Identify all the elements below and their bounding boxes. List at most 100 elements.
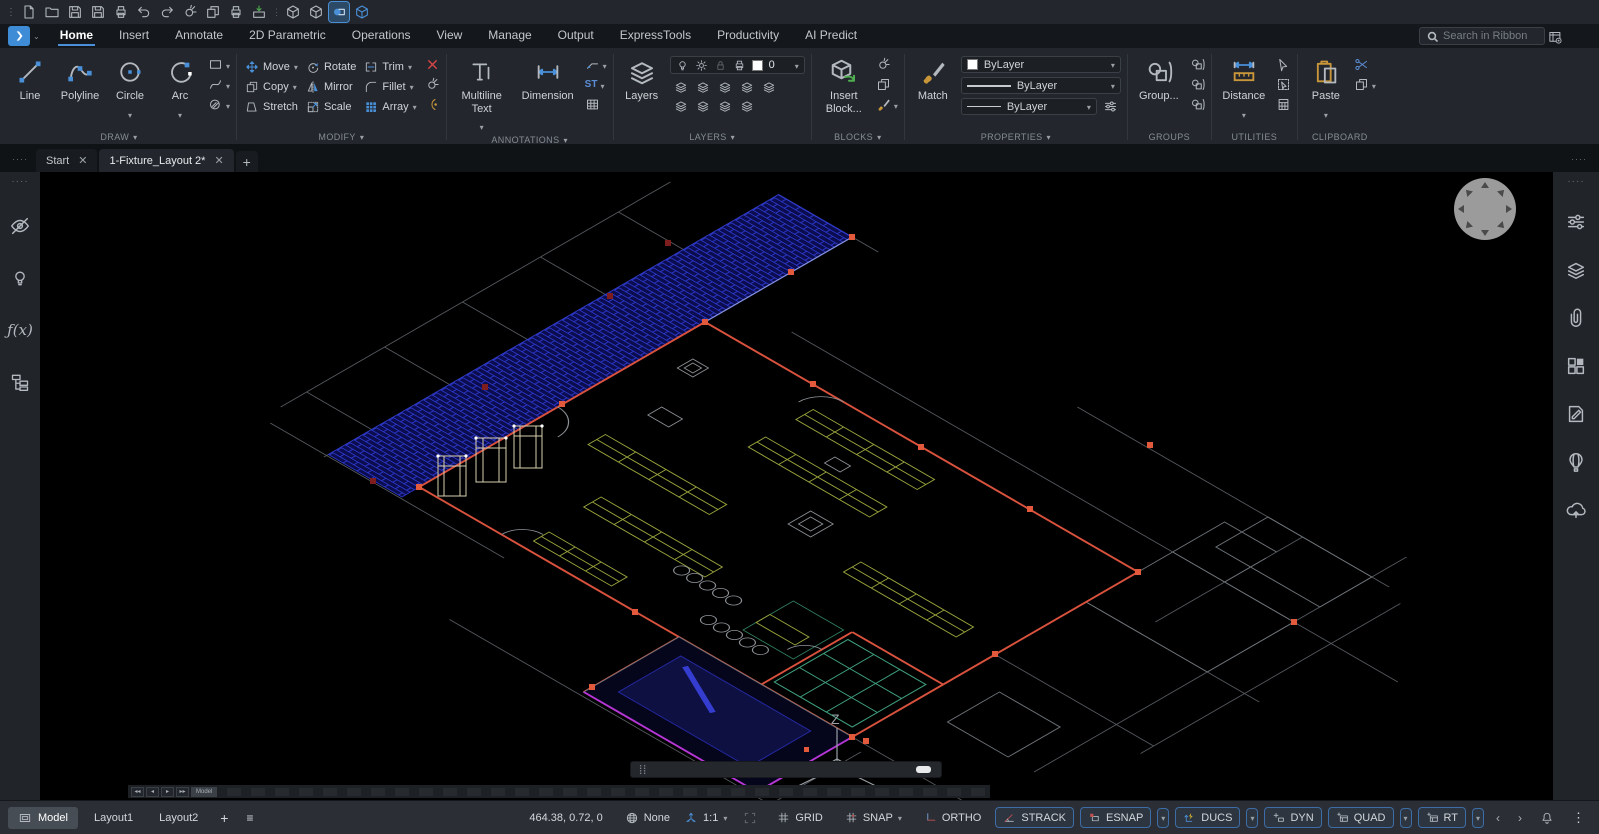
stretch-button[interactable]: Stretch <box>243 97 300 117</box>
tab-home[interactable]: Home <box>48 25 105 47</box>
quick-select-button[interactable] <box>1276 76 1291 93</box>
statusbar-next-icon[interactable]: › <box>1512 809 1528 827</box>
structure-tree-icon[interactable] <box>7 369 33 395</box>
copy-sheets-icon[interactable] <box>203 2 223 22</box>
window-copy-icon[interactable] <box>180 2 200 22</box>
ribbon-search[interactable] <box>1419 27 1545 45</box>
chevron-down-icon[interactable] <box>294 61 298 73</box>
polyline-button[interactable]: Polyline <box>58 52 102 103</box>
chevron-down-icon[interactable] <box>226 56 230 74</box>
hidden-cube-icon[interactable] <box>306 2 326 22</box>
tips-bulb-icon[interactable] <box>7 265 33 291</box>
tab-ai-predict[interactable]: AI Predict <box>793 25 869 47</box>
chevron-down-icon[interactable] <box>898 812 902 824</box>
panel-label-clipboard[interactable]: CLIPBOARD <box>1304 129 1376 144</box>
add-layout-button[interactable]: + <box>214 807 234 829</box>
new-file-icon[interactable] <box>19 2 39 22</box>
rectangle-button[interactable] <box>208 56 230 73</box>
layer-state-icon[interactable] <box>718 99 732 113</box>
toggle-ortho[interactable]: ORTHO <box>916 807 990 828</box>
layer-state-icon[interactable] <box>762 80 776 94</box>
multiline-text-button[interactable]: Multiline Text <box>453 52 511 135</box>
mirror-button[interactable]: Mirror <box>304 77 358 97</box>
properties-sliders-icon[interactable] <box>1563 209 1589 235</box>
copy-button[interactable]: Copy <box>243 77 300 97</box>
ribbon-config-icon[interactable] <box>1545 27 1565 47</box>
render-mode-icon[interactable] <box>329 2 349 22</box>
tab-expresstools[interactable]: ExpressTools <box>608 25 703 47</box>
layout1-tab[interactable]: Layout1 <box>84 808 143 828</box>
table-button[interactable] <box>585 96 607 113</box>
print-icon[interactable] <box>226 2 246 22</box>
undo-icon[interactable] <box>134 2 154 22</box>
layer-state-icon[interactable] <box>740 80 754 94</box>
chevron-down-icon[interactable] <box>1324 105 1328 123</box>
rail-drag-handle-icon[interactable]: ···· <box>11 176 28 187</box>
statusbar-prev-icon[interactable]: ‹ <box>1490 809 1506 827</box>
selection-frame-icon[interactable] <box>737 808 763 828</box>
doctab-drag-handle-icon[interactable]: ···· <box>12 154 28 164</box>
horizontal-scrollbar[interactable]: ⢸⡇ <box>630 761 942 778</box>
dimension-button[interactable]: Dimension <box>517 52 579 103</box>
model-tab[interactable]: Model <box>8 807 78 829</box>
toggle-strack[interactable]: STRACK <box>995 807 1074 828</box>
open-file-icon[interactable] <box>42 2 62 22</box>
chevron-down-icon[interactable] <box>723 812 727 824</box>
scrollbar-grip-icon[interactable]: ⢸⡇ <box>636 767 649 772</box>
tab-2d-parametric[interactable]: 2D Parametric <box>237 25 338 47</box>
color-combo[interactable]: ByLayer <box>961 56 1121 73</box>
lineweight-combo[interactable]: ByLayer <box>961 77 1121 94</box>
new-document-button[interactable]: + <box>236 151 258 172</box>
wireframe-cube-icon[interactable] <box>283 2 303 22</box>
array-button[interactable]: Array <box>362 97 418 117</box>
panel-label-blocks[interactable]: BLOCKS <box>818 129 898 144</box>
toggle-rt[interactable]: RT <box>1418 807 1466 828</box>
first-layout-icon[interactable]: ◂◂ <box>131 787 144 797</box>
tab-view[interactable]: View <box>425 25 475 47</box>
explode-button[interactable] <box>425 76 440 93</box>
chevron-down-icon[interactable] <box>410 81 414 93</box>
block-brush-button[interactable] <box>876 96 898 113</box>
cut-button[interactable] <box>1354 56 1376 73</box>
annotation-scale-control[interactable]: None <box>621 808 674 828</box>
select-button[interactable] <box>1276 56 1291 73</box>
chevron-down-icon[interactable] <box>226 76 230 94</box>
app-menu-caret-icon[interactable]: ⌄ <box>33 32 40 41</box>
chevron-down-icon[interactable] <box>128 105 132 123</box>
line-button[interactable]: Line <box>8 52 52 103</box>
close-icon[interactable]: ✕ <box>214 154 223 167</box>
chevron-down-icon[interactable] <box>1242 105 1246 123</box>
toolbar-drag-handle-icon[interactable]: ⋮ <box>6 7 16 18</box>
layout-list-button[interactable]: ≡ <box>240 808 259 828</box>
panel-label-draw[interactable]: DRAW <box>8 129 230 144</box>
layers-panel-icon[interactable] <box>1563 257 1589 283</box>
prev-layout-icon[interactable]: ◂ <box>146 787 159 797</box>
rotate-button[interactable]: Rotate <box>304 57 358 77</box>
doc-tab-fixture-layout[interactable]: 1-Fixture_Layout 2*✕ <box>99 149 233 172</box>
toggle-snap[interactable]: SNAP <box>837 807 910 828</box>
block-replace-button[interactable] <box>876 76 898 93</box>
regroup-button[interactable] <box>1190 96 1205 113</box>
chevron-down-icon[interactable] <box>1372 76 1376 94</box>
redo-icon[interactable] <box>157 2 177 22</box>
tab-output[interactable]: Output <box>546 25 606 47</box>
chevron-down-icon[interactable] <box>600 76 604 94</box>
next-layout-icon[interactable]: ▸ <box>161 787 174 797</box>
insert-block-button[interactable]: Insert Block... <box>818 52 870 115</box>
group-button[interactable]: Group... <box>1134 52 1184 103</box>
cloud-upload-icon[interactable] <box>1563 497 1589 523</box>
layer-state-icon[interactable] <box>740 99 754 113</box>
chevron-down-icon[interactable] <box>1111 80 1115 92</box>
chevron-down-icon[interactable] <box>413 101 417 113</box>
distance-button[interactable]: Distance <box>1218 52 1270 123</box>
copy-clip-button[interactable] <box>1354 76 1376 93</box>
panel-label-annotations[interactable]: ANNOTATIONS <box>453 135 607 145</box>
panel-label-modify[interactable]: MODIFY <box>243 129 440 144</box>
group-edit-button[interactable] <box>1190 76 1205 93</box>
save-as-icon[interactable] <box>88 2 108 22</box>
tab-manage[interactable]: Manage <box>476 25 543 47</box>
notifications-bell-icon[interactable] <box>1534 808 1560 828</box>
properties-panel-icon[interactable] <box>1103 99 1118 114</box>
layer-plot-icon[interactable] <box>733 59 746 72</box>
rail-drag-handle-icon[interactable]: ···· <box>1567 176 1584 187</box>
